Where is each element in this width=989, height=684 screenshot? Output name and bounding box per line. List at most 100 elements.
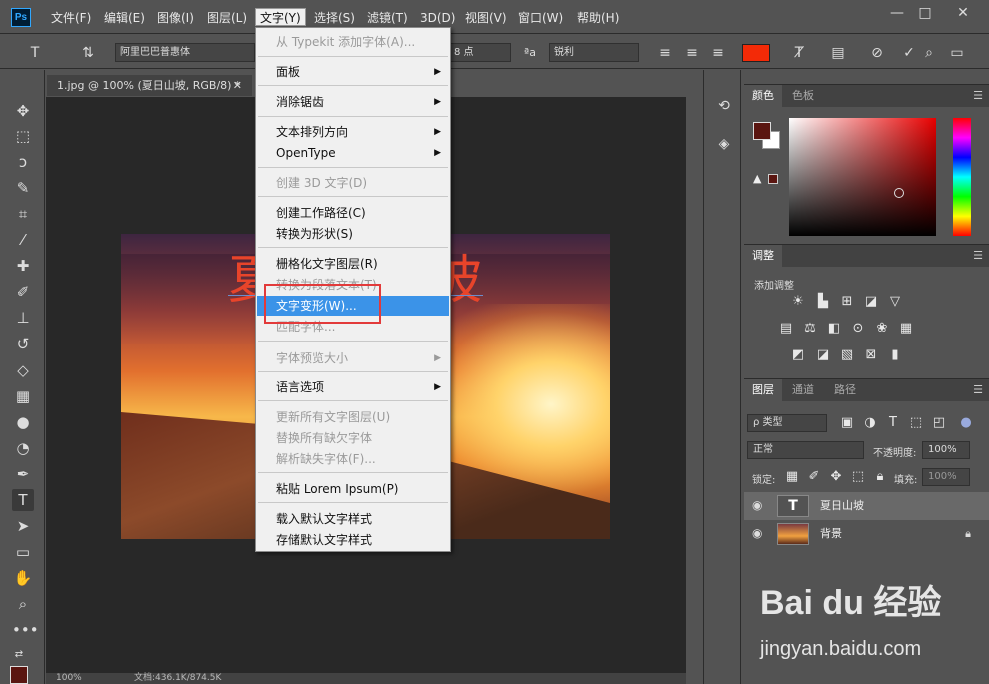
foreground-color-swatch[interactable] bbox=[10, 666, 28, 684]
menu-create-work-path[interactable]: 创建工作路径(C) bbox=[257, 203, 449, 223]
doc-info[interactable]: 文档:436.1K/874.5K bbox=[134, 673, 221, 684]
tab-channels[interactable]: 通道 bbox=[784, 379, 822, 401]
menu-help[interactable]: 帮助(H) bbox=[573, 9, 623, 27]
menu-create-3d-text[interactable]: 创建 3D 文字(D) bbox=[257, 173, 449, 193]
tab-paths[interactable]: 路径 bbox=[826, 379, 864, 401]
layer-row[interactable]: ◉ T 夏日山坡 bbox=[744, 492, 989, 520]
panel-menu-icon[interactable]: ☰ bbox=[973, 89, 983, 102]
more-tools-icon[interactable]: ••• bbox=[12, 619, 39, 641]
marquee-tool-icon[interactable]: ⬚ bbox=[12, 125, 34, 147]
filter-type-icon[interactable]: T bbox=[885, 416, 901, 430]
menu-file[interactable]: 文件(F) bbox=[47, 9, 95, 27]
font-size-select[interactable]: 8 点 bbox=[449, 43, 511, 62]
tab-color[interactable]: 颜色 bbox=[744, 85, 782, 107]
filter-smart-object-icon[interactable]: ◰ bbox=[931, 416, 947, 430]
menu-type[interactable]: 文字(Y) bbox=[255, 8, 306, 26]
workspace-icon[interactable]: ▭ bbox=[948, 44, 966, 62]
curves-icon[interactable]: ⊞ bbox=[839, 295, 855, 309]
brush-tool-icon[interactable]: ✐ bbox=[12, 281, 34, 303]
invert-icon[interactable]: ◩ bbox=[790, 348, 806, 362]
dodge-tool-icon[interactable]: ◔ bbox=[12, 437, 34, 459]
layer-name[interactable]: 背景 bbox=[820, 520, 842, 548]
zoom-level[interactable]: 100% bbox=[56, 673, 82, 684]
menu-paste-lorem-ipsum[interactable]: 粘贴 Lorem Ipsum(P) bbox=[257, 479, 449, 499]
opacity-input[interactable]: 100% bbox=[922, 441, 970, 459]
character-panel-icon[interactable]: ▤ bbox=[829, 44, 847, 62]
lock-pixels-icon[interactable]: ✐ bbox=[806, 470, 822, 484]
layer-row[interactable]: ◉ 背景 🔒︎ bbox=[744, 520, 989, 548]
text-orientation-icon[interactable]: ⇅ bbox=[79, 44, 97, 62]
eye-icon[interactable]: ◉ bbox=[752, 526, 762, 540]
menu-load-default-type-styles[interactable]: 载入默认文字样式 bbox=[257, 509, 449, 529]
quick-select-tool-icon[interactable]: ✎ bbox=[12, 177, 34, 199]
menu-resolve-missing-fonts[interactable]: 解析缺失字体(F)... bbox=[257, 449, 449, 469]
blur-tool-icon[interactable]: ● bbox=[12, 411, 34, 433]
tab-swatches[interactable]: 色板 bbox=[784, 85, 822, 107]
layer-name[interactable]: 夏日山坡 bbox=[820, 492, 864, 520]
rectangle-tool-icon[interactable]: ▭ bbox=[12, 541, 34, 563]
panel-menu-icon[interactable]: ☰ bbox=[973, 249, 983, 262]
menu-layer[interactable]: 图层(L) bbox=[203, 9, 251, 27]
cancel-icon[interactable]: ⊘ bbox=[868, 44, 886, 62]
history-brush-tool-icon[interactable]: ↺ bbox=[12, 333, 34, 355]
hue-slider[interactable] bbox=[953, 118, 971, 236]
menu-panels[interactable]: 面板 ▶ bbox=[257, 62, 449, 82]
color-lookup-icon[interactable]: ▦ bbox=[898, 322, 914, 336]
menu-filter[interactable]: 滤镜(T) bbox=[363, 9, 412, 27]
hand-tool-icon[interactable]: ✋ bbox=[12, 567, 34, 589]
lock-artboard-icon[interactable]: ⬚ bbox=[850, 470, 866, 484]
filter-toggle-icon[interactable]: ● bbox=[958, 416, 974, 430]
menu-image[interactable]: 图像(I) bbox=[153, 9, 198, 27]
menu-convert-to-shape[interactable]: 转换为形状(S) bbox=[257, 224, 449, 244]
black-white-icon[interactable]: ◧ bbox=[826, 322, 842, 336]
search-icon[interactable]: ⌕ bbox=[920, 44, 938, 62]
document-tab[interactable]: 1.jpg @ 100% (夏日山坡, RGB/8) * ✕ bbox=[47, 75, 252, 96]
commit-check-icon[interactable]: ✓ bbox=[900, 44, 918, 62]
lock-position-icon[interactable]: ✥ bbox=[828, 470, 844, 484]
menu-font-preview-size[interactable]: 字体预览大小 ▶ bbox=[257, 348, 449, 368]
color-panel-foreground-swatch[interactable] bbox=[753, 122, 771, 140]
lock-transparency-icon[interactable]: ▦ bbox=[784, 470, 800, 484]
panel-menu-icon[interactable]: ☰ bbox=[973, 383, 983, 396]
blend-mode-select[interactable]: 正常 bbox=[747, 441, 864, 459]
channel-mixer-icon[interactable]: ❀ bbox=[874, 322, 890, 336]
font-family-select[interactable]: 阿里巴巴普惠体 bbox=[115, 43, 255, 62]
filter-shape-icon[interactable]: ⬚ bbox=[908, 416, 924, 430]
menu-rasterize-type-layer[interactable]: 栅格化文字图层(R) bbox=[257, 254, 449, 274]
align-center-icon[interactable]: ≡ bbox=[683, 44, 701, 62]
selective-color-icon[interactable]: ⊠ bbox=[863, 348, 879, 362]
filter-adjustment-icon[interactable]: ◑ bbox=[862, 416, 878, 430]
hue-saturation-icon[interactable]: ▤ bbox=[778, 322, 794, 336]
menu-view[interactable]: 视图(V) bbox=[461, 9, 511, 27]
menu-select[interactable]: 选择(S) bbox=[310, 9, 359, 27]
lock-all-icon[interactable]: 🔒︎ bbox=[872, 470, 888, 484]
align-left-icon[interactable]: ≡ bbox=[656, 44, 674, 62]
gamut-warning-icon[interactable]: ▲ bbox=[753, 172, 761, 185]
tab-adjustments[interactable]: 调整 bbox=[744, 245, 782, 267]
menu-3d[interactable]: 3D(D) bbox=[416, 9, 459, 27]
3d-panel-icon[interactable]: ◈ bbox=[714, 134, 734, 154]
threshold-icon[interactable]: ▧ bbox=[839, 348, 855, 362]
menu-opentype[interactable]: OpenType ▶ bbox=[257, 143, 449, 163]
brightness-contrast-icon[interactable]: ☀ bbox=[790, 295, 806, 309]
gradient-map-icon[interactable]: ▮ bbox=[887, 348, 903, 362]
menu-save-default-type-styles[interactable]: 存储默认文字样式 bbox=[257, 530, 449, 550]
swap-colors-icon[interactable]: ⇄ bbox=[8, 644, 30, 666]
fill-input[interactable]: 100% bbox=[922, 468, 970, 486]
color-balance-icon[interactable]: ⚖ bbox=[802, 322, 818, 336]
path-select-tool-icon[interactable]: ➤ bbox=[12, 515, 34, 537]
levels-icon[interactable]: ▙ bbox=[815, 295, 831, 309]
crop-tool-icon[interactable]: ⌗ bbox=[12, 203, 34, 225]
type-tool-icon[interactable]: T bbox=[12, 489, 34, 511]
antialias-select[interactable]: 锐利 bbox=[549, 43, 639, 62]
menu-antialias[interactable]: 消除锯齿 ▶ bbox=[257, 92, 449, 112]
menu-edit[interactable]: 编辑(E) bbox=[100, 9, 149, 27]
zoom-tool-icon[interactable]: ⌕ bbox=[12, 593, 34, 615]
vibrance-icon[interactable]: ▽ bbox=[887, 295, 903, 309]
maximize-button[interactable]: □ bbox=[913, 4, 937, 22]
menu-window[interactable]: 窗口(W) bbox=[514, 9, 567, 27]
tab-layers[interactable]: 图层 bbox=[744, 379, 782, 401]
menu-add-typekit-fonts[interactable]: 从 Typekit 添加字体(A)... bbox=[257, 32, 449, 52]
lasso-tool-icon[interactable]: ↄ bbox=[12, 151, 34, 173]
type-tool-preset-icon[interactable]: T bbox=[26, 44, 44, 62]
